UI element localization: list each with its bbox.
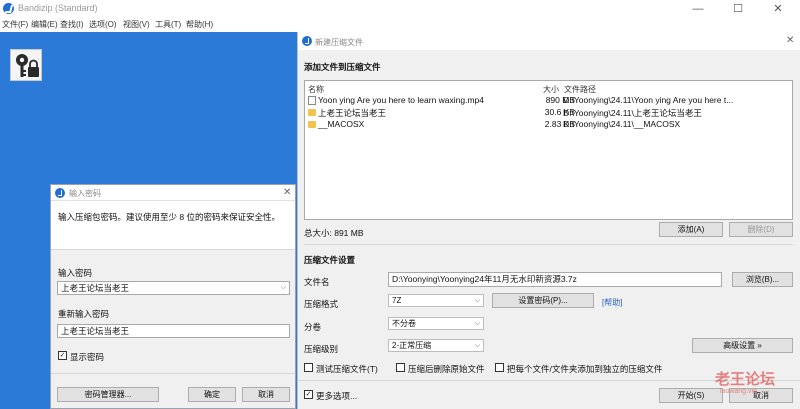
- reenter-password-value: 上老王论坛当老王: [61, 326, 130, 336]
- chevron-down-icon: ⌵: [474, 320, 480, 327]
- archive-window-close-button[interactable]: ✕: [786, 35, 794, 46]
- archive-window-titlebar: 新建压缩文件 ✕: [298, 32, 800, 50]
- level-label: 压缩级别: [304, 344, 339, 354]
- split-value: 不分卷: [392, 319, 416, 328]
- add-button[interactable]: 添加(A): [659, 222, 723, 237]
- file-name: Yoon ying Are you here to learn waxing.m…: [318, 95, 485, 105]
- split-select[interactable]: 不分卷 ⌵: [388, 317, 484, 330]
- split-label: 分卷: [304, 322, 322, 332]
- column-size[interactable]: 大小: [543, 84, 559, 95]
- file-row[interactable]: Yoon ying Are you here to learn waxing.m…: [305, 95, 792, 107]
- remove-button[interactable]: 删除(D): [729, 222, 793, 237]
- more-options-label: 更多选项...: [316, 391, 358, 401]
- filename-value: D:\Yoonying\Yoonying24年11月无水印新资源3.7z: [392, 274, 577, 284]
- new-archive-window: 新建压缩文件 ✕ 添加文件到压缩文件 名称 大小 文件路径 Yoon ying …: [297, 32, 800, 409]
- level-value: 2-正常压缩: [392, 341, 432, 350]
- close-window-button[interactable]: ✕: [758, 1, 798, 17]
- menu-view[interactable]: 视图(V): [123, 19, 150, 30]
- filename-input[interactable]: D:\Yoonying\Yoonying24年11月无水印新资源3.7z: [388, 272, 722, 287]
- bandizip-logo-icon: [3, 3, 14, 14]
- show-password-label: 显示密码: [70, 352, 105, 362]
- total-size: 总大小: 891 MB: [304, 228, 364, 238]
- maximize-button[interactable]: ☐: [718, 1, 758, 17]
- watermark-subtext: laowang.vip: [720, 388, 757, 395]
- file-path: D:\Yoonying\24.11\Yoon ying Are you here…: [563, 95, 734, 105]
- start-button[interactable]: 开始(S): [659, 388, 723, 403]
- menu-help[interactable]: 帮助(H): [186, 19, 213, 30]
- menu-options[interactable]: 选项(O): [89, 19, 117, 30]
- watermark-text: 老王论坛: [715, 371, 776, 388]
- format-value: 7Z: [392, 296, 402, 305]
- chevron-down-icon: ⌵: [474, 342, 480, 349]
- key-lock-icon[interactable]: [10, 49, 42, 81]
- chevron-down-icon: ⌵: [474, 297, 480, 304]
- password-dialog-titlebar: 输入密码 ✕: [51, 185, 295, 200]
- divider: [51, 373, 295, 374]
- password-instruction: 输入压缩包密码。建议使用至少 8 位的密码来保证安全性。: [58, 212, 280, 222]
- chevron-down-icon[interactable]: ⌵: [281, 282, 286, 294]
- delete-after-label: 压缩后删除原始文件: [408, 364, 485, 374]
- file-path: D:\Yoonying\24.11\上老王论坛当老王: [563, 108, 702, 118]
- level-select[interactable]: 2-正常压缩 ⌵: [388, 339, 484, 352]
- ok-button[interactable]: 确定: [188, 387, 236, 402]
- password-dialog: 输入密码 ✕ 输入压缩包密码。建议使用至少 8 位的密码来保证安全性。 输入密码…: [50, 184, 296, 409]
- minimize-button[interactable]: —: [678, 1, 718, 17]
- bandizip-logo-icon: [55, 188, 65, 198]
- main-titlebar: Bandizip (Standard) — ☐ ✕: [0, 0, 800, 18]
- add-files-heading: 添加文件到压缩文件: [304, 62, 381, 72]
- cancel-button[interactable]: 取消: [242, 387, 290, 402]
- help-link[interactable]: [帮助]: [602, 297, 622, 308]
- browse-button[interactable]: 浏览(B)...: [732, 272, 793, 287]
- menu-file[interactable]: 文件(F): [2, 19, 28, 30]
- file-path: D:\Yoonying\24.11\__MACOSX: [563, 119, 681, 129]
- filename-label: 文件名: [304, 277, 330, 287]
- delete-after-checkbox[interactable]: [396, 363, 405, 372]
- password-manager-button[interactable]: 密码管理器...: [57, 387, 159, 402]
- file-row[interactable]: __MACOSX 2.83 KB D:\Yoonying\24.11\__MAC…: [305, 119, 792, 131]
- file-row[interactable]: 上老王论坛当老王 30.6 KB D:\Yoonying\24.11\上老王论坛…: [305, 107, 792, 119]
- password-dialog-close-button[interactable]: ✕: [283, 187, 291, 198]
- set-password-button[interactable]: 设置密码(P)...: [492, 293, 594, 308]
- video-file-icon: [308, 96, 316, 105]
- menu-bar: 文件(F) 编辑(E) 查找(I) 选项(O) 视图(V) 工具(T) 帮助(H…: [0, 18, 800, 32]
- more-options-checkbox[interactable]: ✓: [304, 390, 313, 399]
- password-label: 输入密码: [58, 268, 93, 278]
- file-name: 上老王论坛当老王: [318, 108, 387, 118]
- instruction-panel: 输入压缩包密码。建议使用至少 8 位的密码来保证安全性。: [51, 201, 295, 249]
- password-value: 上老王论坛当老王: [61, 283, 130, 293]
- folder-icon: [308, 121, 316, 128]
- menu-tools[interactable]: 工具(T): [155, 19, 181, 30]
- archive-window-title: 新建压缩文件: [315, 38, 363, 47]
- password-input[interactable]: 上老王论坛当老王 ⌵: [57, 281, 290, 295]
- test-archive-checkbox[interactable]: [304, 363, 313, 372]
- reenter-password-label: 重新输入密码: [58, 309, 110, 319]
- settings-heading: 压缩文件设置: [304, 255, 356, 265]
- advanced-settings-button[interactable]: 高级设置 »: [692, 338, 793, 353]
- format-select[interactable]: 7Z ⌵: [388, 294, 484, 307]
- app-title: Bandizip (Standard): [18, 3, 98, 13]
- each-separate-checkbox[interactable]: [495, 363, 504, 372]
- show-password-checkbox[interactable]: ✓: [58, 351, 67, 360]
- column-name[interactable]: 名称: [308, 84, 324, 95]
- format-label: 压缩格式: [304, 299, 339, 309]
- menu-find[interactable]: 查找(I): [60, 19, 84, 30]
- password-dialog-title: 输入密码: [69, 189, 101, 198]
- reenter-password-input[interactable]: 上老王论坛当老王: [57, 324, 290, 338]
- bandizip-logo-icon: [302, 36, 312, 46]
- each-separate-label: 把每个文件/文件夹添加到独立的压缩文件: [507, 364, 663, 374]
- file-name: __MACOSX: [318, 119, 365, 129]
- folder-icon: [308, 109, 316, 116]
- menu-edit[interactable]: 编辑(E): [31, 19, 58, 30]
- divider: [304, 244, 793, 245]
- column-path[interactable]: 文件路径: [564, 84, 596, 95]
- file-list[interactable]: 名称 大小 文件路径 Yoon ying Are you here to lea…: [304, 80, 793, 220]
- test-archive-label: 测试压缩文件(T): [316, 364, 378, 374]
- divider: [51, 249, 295, 250]
